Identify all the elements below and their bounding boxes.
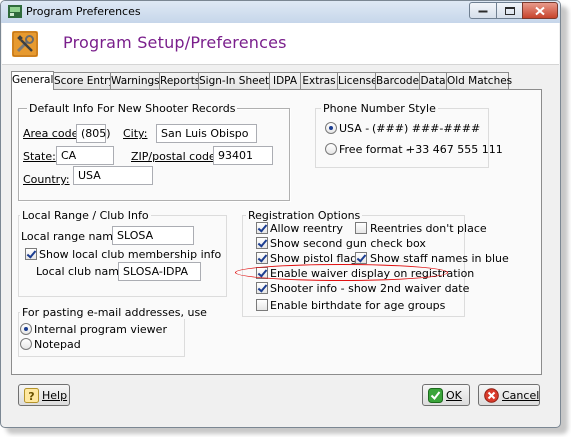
birthdate-age-groups-label: Enable birthdate for age groups xyxy=(270,299,446,312)
zip-label: ZIP/postal code xyxy=(131,150,216,163)
notepad-radio[interactable] xyxy=(20,338,32,350)
tools-icon xyxy=(12,31,38,57)
close-button[interactable] xyxy=(522,2,558,19)
tab-data[interactable]: Data xyxy=(419,72,447,89)
cancel-button[interactable]: Cancel xyxy=(478,384,540,406)
tab-license[interactable]: License xyxy=(337,72,378,89)
help-button[interactable]: ? Help xyxy=(18,384,70,406)
svg-text:?: ? xyxy=(28,390,34,403)
maximize-button[interactable] xyxy=(496,2,523,19)
tab-general[interactable]: General xyxy=(11,71,54,90)
waiver-highlight-ellipse xyxy=(235,264,448,281)
city-label: City: xyxy=(123,127,148,140)
zip-field[interactable]: 93401 xyxy=(213,146,273,165)
ok-button[interactable]: OK xyxy=(422,384,470,406)
staff-names-blue-label: Show staff names in blue xyxy=(370,252,509,265)
second-gun-label: Show second gun check box xyxy=(270,237,426,250)
show-membership-label: Show local club membership info xyxy=(39,248,222,261)
ok-button-label: OK xyxy=(446,389,462,402)
allow-reentry-checkbox[interactable] xyxy=(256,222,268,234)
tab-sign-in-sheets[interactable]: Sign-In Sheets xyxy=(198,72,275,89)
tab-idpa[interactable]: IDPA xyxy=(269,72,301,89)
cancel-x-icon xyxy=(484,388,499,403)
local-club-name-field[interactable]: SLOSA-IDPA xyxy=(118,262,201,281)
local-range-name-field[interactable]: SLOSA xyxy=(112,226,194,245)
usa-format: (###) ###-#### xyxy=(372,122,481,135)
email-paste-legend: For pasting e-mail addresses, use xyxy=(20,306,209,319)
maximize-icon xyxy=(504,6,515,15)
app-icon xyxy=(8,5,22,18)
allow-reentry-label: Allow reentry xyxy=(270,222,343,235)
city-field[interactable]: San Luis Obispo xyxy=(156,124,257,143)
window-title: Program Preferences xyxy=(26,5,141,18)
help-button-label: Help xyxy=(42,389,68,402)
state-field[interactable]: CA xyxy=(56,146,114,165)
phone-style-legend: Phone Number Style xyxy=(321,102,438,115)
internal-viewer-radio[interactable] xyxy=(20,323,32,335)
notepad-label: Notepad xyxy=(34,338,81,351)
minimize-icon xyxy=(478,10,488,12)
second-gun-checkbox[interactable] xyxy=(256,237,268,249)
free-format-label: Free format - xyxy=(339,143,411,156)
second-waiver-date-label: Shooter info - show 2nd waiver date xyxy=(270,282,470,295)
show-membership-checkbox[interactable] xyxy=(25,248,37,260)
tab-warnings[interactable]: Warnings xyxy=(110,72,160,89)
tab-extras[interactable]: Extras xyxy=(300,72,338,89)
local-range-legend: Local Range / Club Info xyxy=(20,209,151,222)
birthdate-age-groups-checkbox[interactable] xyxy=(256,299,268,311)
second-waiver-date-checkbox[interactable] xyxy=(256,282,268,294)
page-title: Program Setup/Preferences xyxy=(63,33,287,52)
reentries-dont-place-label: Reentries don't place xyxy=(370,222,487,235)
close-icon xyxy=(535,6,545,15)
area-code-field[interactable]: (805) xyxy=(76,124,111,143)
usa-label: USA - xyxy=(339,122,370,135)
cancel-button-label: Cancel xyxy=(502,389,540,402)
ok-check-icon xyxy=(428,388,443,403)
local-club-name-label: Local club name: xyxy=(36,265,130,278)
title-bar[interactable]: Program Preferences xyxy=(1,1,560,23)
usa-radio[interactable] xyxy=(325,122,337,134)
registration-options-legend: Registration Options xyxy=(246,209,363,222)
state-label: State: xyxy=(23,150,56,163)
area-code-label: Area code: xyxy=(23,127,83,140)
header-banner: Program Setup/Preferences xyxy=(2,23,559,65)
country-label: Country: xyxy=(23,173,70,186)
country-field[interactable]: USA xyxy=(73,166,153,185)
pistol-flag-checkbox[interactable] xyxy=(256,252,268,264)
tab-score-entry[interactable]: Score Entry xyxy=(53,72,115,89)
tab-barcode[interactable]: Barcode xyxy=(375,72,420,89)
free-format-example: +33 467 555 111 xyxy=(406,143,503,156)
reentries-dont-place-checkbox[interactable] xyxy=(355,222,367,234)
free-format-radio[interactable] xyxy=(325,143,337,155)
local-range-name-label: Local range name: xyxy=(21,230,124,243)
staff-names-blue-checkbox[interactable] xyxy=(355,252,367,264)
phone-style-group xyxy=(315,108,489,168)
default-info-legend: Default Info For New Shooter Records xyxy=(27,102,238,115)
tab-old-matches[interactable]: Old Matches xyxy=(446,72,512,89)
internal-viewer-label: Internal program viewer xyxy=(34,323,167,336)
help-question-icon: ? xyxy=(24,388,39,403)
program-preferences-window: Program Preferences Program Setup/Prefer… xyxy=(0,0,561,428)
minimize-button[interactable] xyxy=(469,2,497,19)
tab-reports[interactable]: Reports xyxy=(159,72,200,89)
